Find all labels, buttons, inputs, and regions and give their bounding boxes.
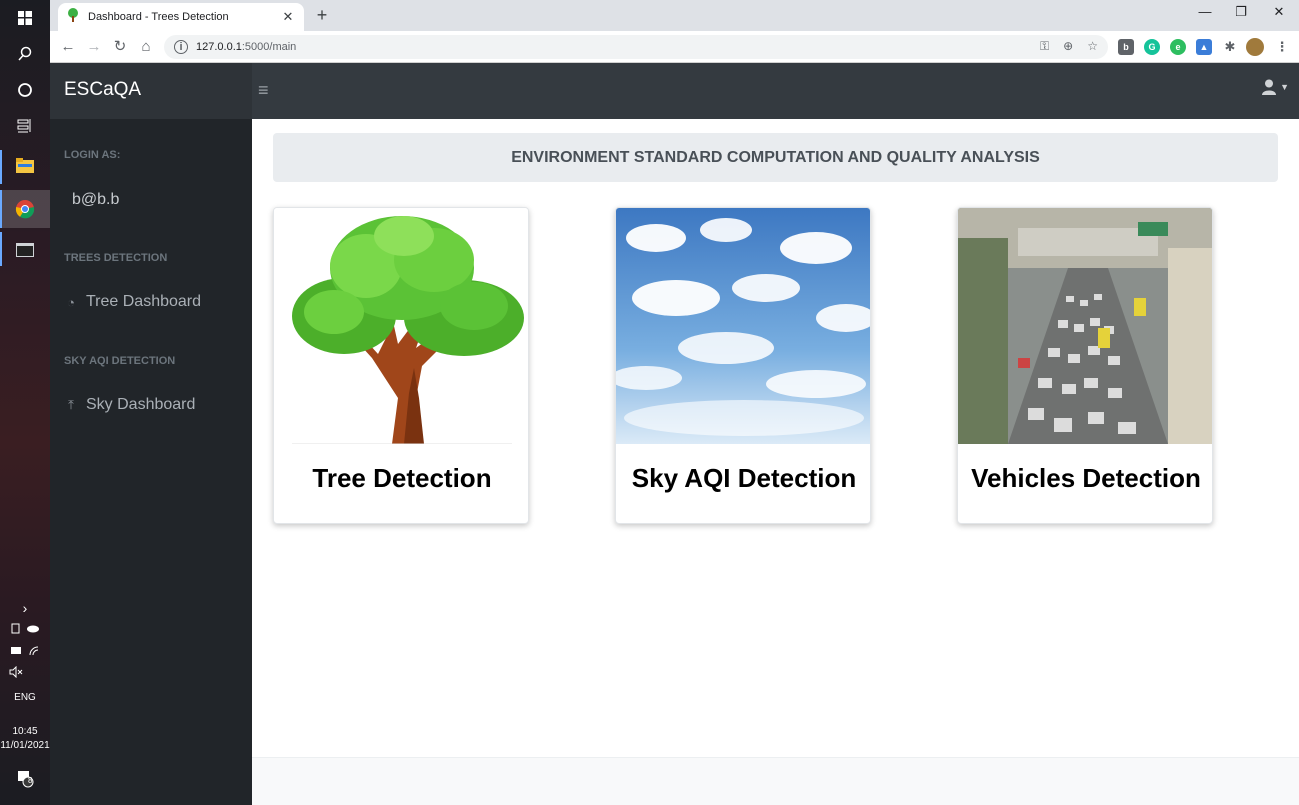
file-explorer-icon[interactable] — [0, 148, 50, 184]
grammarly-icon[interactable]: G — [1144, 39, 1160, 55]
screen: › ENG 10:45 11/01/2021 8 Dashboard - Tre… — [0, 0, 1299, 805]
main-content: ENVIRONMENT STANDARD COMPUTATION AND QUA… — [252, 119, 1299, 805]
close-window-button[interactable]: ✕ — [1264, 4, 1294, 20]
tree-favicon-icon — [66, 7, 80, 27]
new-tab-button[interactable]: + — [312, 5, 332, 26]
user-menu-dropdown[interactable]: ▼ — [1262, 79, 1289, 95]
upload-icon: ⤒ — [68, 397, 74, 412]
search-icon[interactable] — [0, 36, 50, 72]
tab-title: Dashboard - Trees Detection — [88, 11, 229, 23]
windows-taskbar: › ENG 10:45 11/01/2021 8 — [0, 0, 50, 805]
page-title-banner: ENVIRONMENT STANDARD COMPUTATION AND QUA… — [273, 133, 1278, 182]
back-icon[interactable]: ← — [58, 37, 78, 57]
profile-avatar[interactable] — [1246, 38, 1264, 56]
minimize-button[interactable]: — — [1190, 4, 1220, 19]
extension-tab-icon[interactable]: b — [1118, 39, 1134, 55]
notification-center-icon[interactable]: 8 — [0, 770, 50, 791]
volume-muted-icon[interactable] — [0, 665, 50, 681]
zoom-icon[interactable]: ⊕ — [1063, 39, 1073, 54]
url-text: 127.0.0.1:5000/main — [196, 41, 297, 53]
tray-expand-icon[interactable]: › — [0, 600, 50, 616]
chrome-icon[interactable] — [0, 191, 50, 227]
tab-close-icon[interactable]: ✕ — [280, 9, 296, 25]
top-navbar: ESCaQA ≡ ▼ — [50, 63, 1299, 119]
cortana-icon[interactable] — [0, 72, 50, 108]
card-vehicles-detection[interactable]: Vehicles Detection — [957, 207, 1213, 524]
task-view-icon[interactable] — [0, 108, 50, 144]
tab-strip: Dashboard - Trees Detection ✕ + — ❐ ✕ — [50, 0, 1299, 31]
clock-date[interactable]: 11/01/2021 — [0, 740, 50, 751]
app: ESCaQA ≡ ▼ LOGIN AS: b@b.b TREES DETECTI… — [50, 63, 1299, 805]
home-icon[interactable]: ⌂ — [136, 37, 156, 57]
dashboard-gauge-icon: ◔ — [67, 294, 75, 310]
card-title: Sky AQI Detection — [631, 463, 857, 493]
browser-menu-icon[interactable]: ⋮ — [1274, 39, 1290, 55]
evernote-icon[interactable]: e — [1170, 39, 1186, 55]
bookmark-star-icon[interactable]: ☆ — [1087, 39, 1098, 54]
browser-toolbar: ← → ↻ ⌂ i 127.0.0.1:5000/main ⚿ ⊕ ☆ b G … — [50, 31, 1299, 63]
terminal-icon[interactable] — [0, 232, 50, 268]
sidebar-item-label: Tree Dashboard — [86, 293, 202, 310]
logged-in-user: b@b.b — [72, 191, 120, 208]
card-title: Vehicles Detection — [971, 463, 1201, 493]
sidebar-item-tree-dashboard[interactable]: ◔ Tree Dashboard — [64, 293, 201, 311]
sidebar-item-label: Sky Dashboard — [86, 396, 196, 413]
sidebar-heading-trees: TREES DETECTION — [64, 252, 168, 264]
forward-icon[interactable]: → — [84, 37, 104, 57]
clock-time[interactable]: 10:45 — [0, 726, 50, 737]
card-title: Tree Detection — [312, 463, 492, 493]
sidebar-heading-sky: SKY AQI DETECTION — [64, 355, 176, 367]
brand-logo[interactable]: ESCaQA — [50, 63, 252, 119]
sidebar-heading-login: LOGIN AS: — [64, 149, 121, 161]
tree-image — [274, 208, 528, 444]
language-indicator[interactable]: ENG — [0, 692, 50, 703]
browser-tab[interactable]: Dashboard - Trees Detection ✕ — [58, 3, 304, 31]
site-info-icon[interactable]: i — [174, 40, 188, 54]
notification-count: 8 — [28, 776, 33, 785]
sidebar: LOGIN AS: b@b.b TREES DETECTION ◔ Tree D… — [50, 119, 252, 805]
restore-button[interactable]: ❐ — [1226, 4, 1256, 20]
address-bar[interactable]: i 127.0.0.1:5000/main ⚿ ⊕ ☆ — [164, 35, 1108, 59]
sky-image — [616, 208, 870, 444]
chevron-down-icon: ▼ — [1280, 82, 1289, 92]
password-key-icon[interactable]: ⚿ — [1040, 39, 1049, 54]
card-sky-aqi-detection[interactable]: Sky AQI Detection — [615, 207, 871, 524]
extensions-puzzle-icon[interactable]: ✱ — [1222, 39, 1238, 55]
sidebar-toggle-icon[interactable]: ≡ — [258, 80, 269, 101]
extension-save-icon[interactable]: ▲ — [1196, 39, 1212, 55]
tray-icons-row-1[interactable] — [0, 622, 50, 637]
windows-start-icon[interactable] — [0, 0, 50, 36]
browser-chrome: Dashboard - Trees Detection ✕ + — ❐ ✕ ← … — [50, 0, 1299, 63]
traffic-image — [958, 208, 1212, 444]
tray-icons-row-2[interactable] — [0, 644, 50, 659]
sidebar-item-sky-dashboard[interactable]: ⤒ Sky Dashboard — [64, 396, 195, 414]
reload-icon[interactable]: ↻ — [110, 37, 130, 57]
user-icon — [1262, 79, 1277, 95]
footer — [252, 757, 1299, 805]
card-tree-detection[interactable]: Tree Detection — [273, 207, 529, 524]
